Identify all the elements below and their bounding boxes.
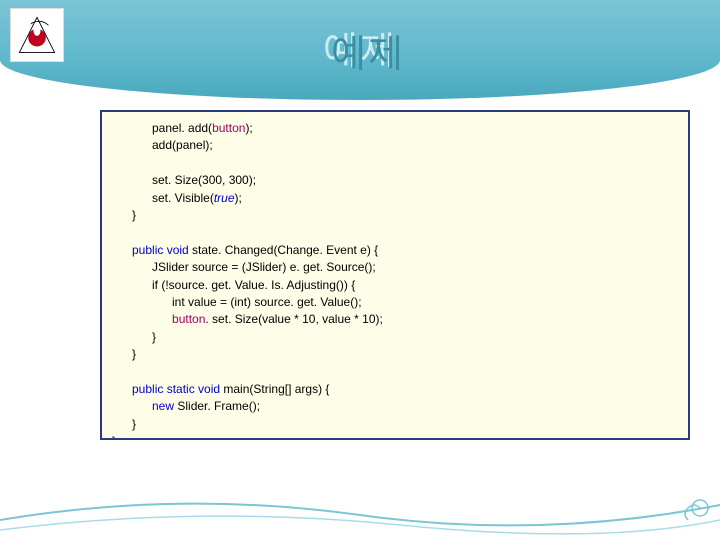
code-line: ); xyxy=(235,191,242,205)
code-token-field: button xyxy=(172,312,205,326)
code-token-keyword: new xyxy=(112,399,177,413)
code-line: } xyxy=(112,208,136,222)
code-token-keyword: public static void xyxy=(112,382,223,396)
code-line: set. Size(300, 300); xyxy=(112,173,256,187)
code-line: } xyxy=(112,417,136,431)
code-line: set. Visible( xyxy=(112,191,214,205)
code-line: main(String[] args) { xyxy=(223,382,329,396)
code-line: Slider. Frame(); xyxy=(177,399,260,413)
code-line: int value = (int) source. get. Value(); xyxy=(112,295,362,309)
code-token-keyword: public void xyxy=(112,243,192,257)
code-line: add(panel); xyxy=(112,138,213,152)
title-front: 예제 xyxy=(8,23,720,78)
code-line: panel. add( xyxy=(112,121,212,135)
code-line: state. Changed(Change. Event e) { xyxy=(192,243,378,257)
code-block: panel. add(button); add(panel); set. Siz… xyxy=(100,110,690,440)
code-line: } xyxy=(112,347,136,361)
code-line: if (!source. get. Value. Is. Adjusting()… xyxy=(112,278,355,292)
code-line: JSlider source = (JSlider) e. get. Sourc… xyxy=(112,260,376,274)
code-line: ); xyxy=(245,121,252,135)
code-line: } xyxy=(112,434,116,440)
code-token-field: button xyxy=(212,121,245,135)
code-token-keyword: true xyxy=(214,191,235,205)
code-line: } xyxy=(112,330,156,344)
code-line xyxy=(112,312,172,326)
footer-swirl xyxy=(0,480,720,540)
code-line: . set. Size(value * 10, value * 10); xyxy=(205,312,382,326)
